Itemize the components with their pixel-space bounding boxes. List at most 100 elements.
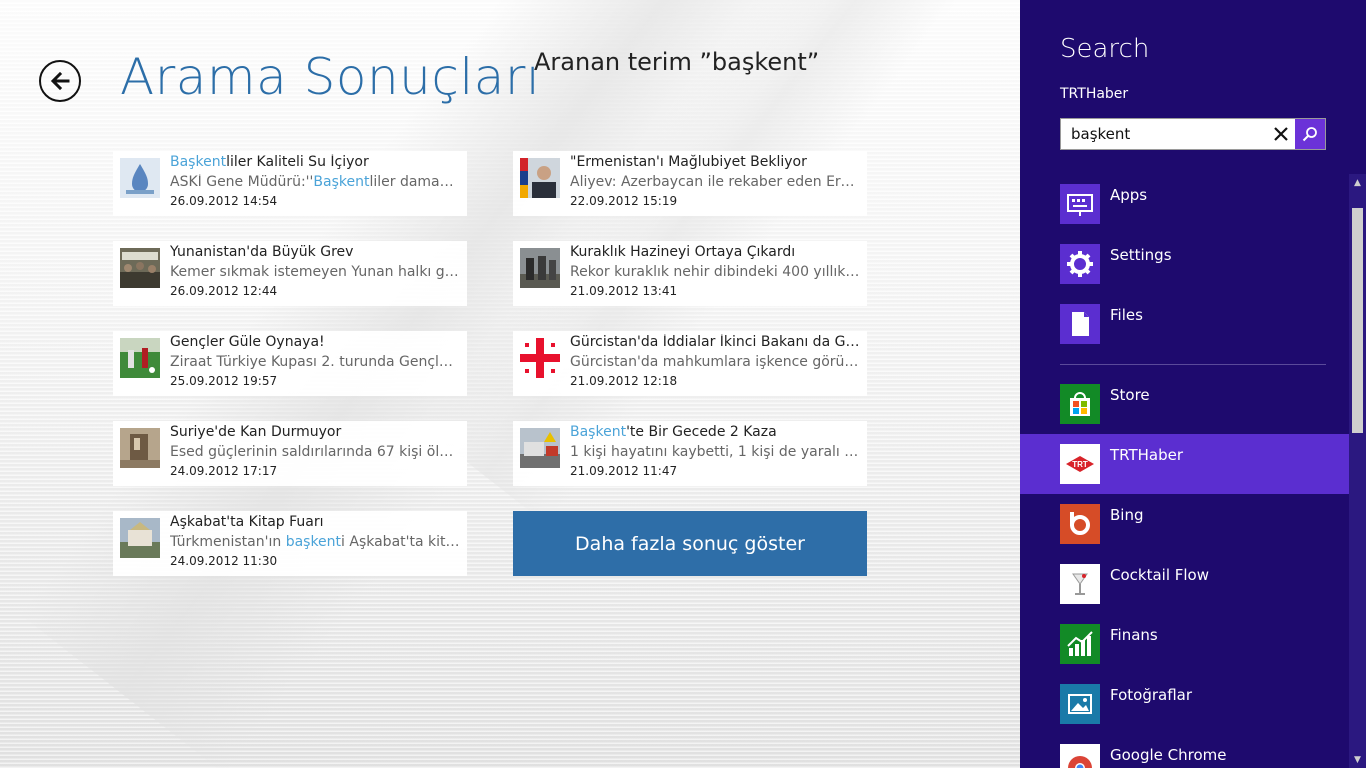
result-title: Yunanistan'da Büyük Grev bbox=[170, 244, 460, 260]
app-label: Cocktail Flow bbox=[1110, 566, 1210, 584]
result-date: 21.09.2012 13:41 bbox=[570, 284, 678, 298]
app-label: Google Chrome bbox=[1110, 746, 1227, 764]
search-result-card[interactable]: Kuraklık Hazineyi Ortaya Çıkardı Rekor ku… bbox=[513, 241, 867, 306]
result-snippet: Türkmenistan'ın başkenti Aşkabat'ta kita… bbox=[170, 534, 460, 550]
text-part: liler damacan... bbox=[369, 174, 460, 190]
close-icon bbox=[1274, 127, 1288, 141]
result-snippet: 1 kişi hayatını kaybetti, 1 kişi de yara… bbox=[570, 444, 860, 460]
text-part: Kemer sıkmak istemeyen Yunan halkı gene.… bbox=[170, 264, 460, 280]
text-part: 'te Bir Gecede 2 Kaza bbox=[626, 424, 777, 440]
result-title: Aşkabat'ta Kitap Fuarı bbox=[170, 514, 460, 530]
app-label: Settings bbox=[1110, 246, 1172, 264]
result-date: 24.09.2012 11:30 bbox=[170, 554, 278, 568]
search-term-label: Aranan terim ”başkent” bbox=[534, 48, 820, 76]
result-date: 26.09.2012 14:54 bbox=[170, 194, 278, 208]
result-snippet: Ziraat Türkiye Kupası 2. turunda Gençler… bbox=[170, 354, 460, 370]
result-title: Gençler Güle Oynaya! bbox=[170, 334, 460, 350]
result-snippet: Kemer sıkmak istemeyen Yunan halkı gene.… bbox=[170, 264, 460, 280]
result-date: 24.09.2012 17:17 bbox=[170, 464, 278, 478]
scroll-down-arrow[interactable]: ▼ bbox=[1349, 751, 1366, 768]
search-app-foto-raflar[interactable]: Fotoğraflar bbox=[1020, 674, 1350, 734]
text-part: Kuraklık Hazineyi Ortaya Çıkardı bbox=[570, 244, 796, 260]
bing-icon bbox=[1060, 504, 1100, 544]
result-snippet: ASKİ Gene Müdürü:''Başkentliler damacan.… bbox=[170, 174, 460, 190]
text-part: Yunanistan'da Büyük Grev bbox=[170, 244, 354, 260]
chrome-icon bbox=[1060, 744, 1100, 768]
text-part: i Aşkabat'ta kitap... bbox=[341, 534, 460, 550]
text-part: Suriye'de Kan Durmuyor bbox=[170, 424, 342, 440]
search-result-card[interactable]: Gürcistan'da İddialar İkinci Bakanı da G… bbox=[513, 331, 867, 396]
result-title: Kuraklık Hazineyi Ortaya Çıkardı bbox=[570, 244, 860, 260]
result-thumbnail bbox=[520, 428, 560, 468]
app-label: Bing bbox=[1110, 506, 1144, 524]
result-snippet: Aliyev: Azerbaycan ile rekaber eden Erme… bbox=[570, 174, 860, 190]
app-label: Finans bbox=[1110, 626, 1158, 644]
file-icon bbox=[1060, 304, 1100, 344]
search-app-files[interactable]: Files bbox=[1020, 294, 1350, 354]
app-label: Apps bbox=[1110, 186, 1148, 204]
search-submit-button[interactable] bbox=[1295, 119, 1325, 149]
scroll-up-arrow[interactable]: ▲ bbox=[1349, 174, 1366, 191]
highlighted-term: Başkent bbox=[570, 424, 627, 440]
search-result-card[interactable]: Aşkabat'ta Kitap Fuarı Türkmenistan'ın ba… bbox=[113, 511, 467, 576]
charm-scrollbar[interactable]: ▲ ▼ bbox=[1349, 174, 1366, 768]
app-label: TRTHaber bbox=[1110, 446, 1184, 464]
page-title: Arama Sonuçları bbox=[120, 48, 541, 106]
search-app-apps[interactable]: Apps bbox=[1020, 174, 1350, 234]
text-part: ASKİ Gene Müdürü:'' bbox=[170, 174, 314, 190]
result-title: Başkent'te Bir Gecede 2 Kaza bbox=[570, 424, 860, 440]
result-thumbnail bbox=[120, 338, 160, 378]
result-date: 21.09.2012 12:18 bbox=[570, 374, 678, 388]
text-part: Gürcistan'da mahkumlara işkence görüntül… bbox=[570, 354, 860, 370]
store-icon bbox=[1060, 384, 1100, 424]
text-part: Türkmenistan'ın bbox=[170, 534, 286, 550]
result-snippet: Esed güçlerinin saldırılarında 67 kişi ö… bbox=[170, 444, 460, 460]
search-result-card[interactable]: Yunanistan'da Büyük Grev Kemer sıkmak ist… bbox=[113, 241, 467, 306]
search-result-card[interactable]: Başkent'te Bir Gecede 2 Kaza 1 kişi hayat… bbox=[513, 421, 867, 486]
result-title: Başkentliler Kaliteli Su İçiyor bbox=[170, 154, 460, 170]
app-label: Files bbox=[1110, 306, 1143, 324]
text-part: liler Kaliteli Su İçiyor bbox=[226, 154, 369, 170]
result-snippet: Rekor kuraklık nehir dibindeki 400 yıllı… bbox=[570, 264, 860, 280]
text-part: Rekor kuraklık nehir dibindeki 400 yıllı… bbox=[570, 264, 860, 280]
app-label: Store bbox=[1110, 386, 1150, 404]
charm-title: Search bbox=[1060, 34, 1150, 64]
search-result-card[interactable]: Başkentliler Kaliteli Su İçiyor ASKİ Gene… bbox=[113, 151, 467, 216]
result-thumbnail bbox=[120, 428, 160, 468]
back-button[interactable] bbox=[39, 60, 81, 102]
search-app-trthaber[interactable]: TRT TRTHaber bbox=[1020, 434, 1350, 494]
search-result-card[interactable]: Suriye'de Kan Durmuyor Esed güçlerinin sa… bbox=[113, 421, 467, 486]
result-title: Gürcistan'da İddialar İkinci Bakanı da G… bbox=[570, 334, 860, 350]
search-result-card[interactable]: Gençler Güle Oynaya! Ziraat Türkiye Kupas… bbox=[113, 331, 467, 396]
search-app-bing[interactable]: Bing bbox=[1020, 494, 1350, 554]
search-app-finans[interactable]: Finans bbox=[1020, 614, 1350, 674]
text-part: Ziraat Türkiye Kupası 2. turunda Gençler… bbox=[170, 354, 460, 370]
result-thumbnail bbox=[520, 248, 560, 288]
search-app-settings[interactable]: Settings bbox=[1020, 234, 1350, 294]
search-icon bbox=[1302, 127, 1317, 142]
text-part: "Ermenistan'ı Mağlubiyet Bekliyor bbox=[570, 154, 807, 170]
result-thumbnail bbox=[120, 518, 160, 558]
svg-text:TRT: TRT bbox=[1072, 460, 1088, 469]
text-part: Aşkabat'ta Kitap Fuarı bbox=[170, 514, 324, 530]
charm-divider bbox=[1060, 364, 1326, 365]
scroll-thumb[interactable] bbox=[1352, 208, 1363, 433]
finance-icon bbox=[1060, 624, 1100, 664]
search-result-card[interactable]: "Ermenistan'ı Mağlubiyet Bekliyor Aliyev:… bbox=[513, 151, 867, 216]
text-part: Aliyev: Azerbaycan ile rekaber eden Erme… bbox=[570, 174, 860, 190]
search-app-cocktail-flow[interactable]: Cocktail Flow bbox=[1020, 554, 1350, 614]
gear-icon bbox=[1060, 244, 1100, 284]
trt-icon: TRT bbox=[1060, 444, 1100, 484]
result-thumbnail bbox=[120, 158, 160, 198]
highlighted-term: Başkent bbox=[170, 154, 227, 170]
result-date: 21.09.2012 11:47 bbox=[570, 464, 678, 478]
search-app-store[interactable]: Store bbox=[1020, 374, 1350, 434]
search-charm-pane: Search TRTHaber Apps Settings Files Store TR… bbox=[1020, 0, 1366, 768]
highlighted-term: başkent bbox=[285, 534, 342, 550]
search-input[interactable] bbox=[1061, 119, 1261, 149]
show-more-results-button[interactable]: Daha fazla sonuç göster bbox=[513, 511, 867, 576]
clear-search-button[interactable] bbox=[1267, 119, 1295, 149]
search-app-google-chrome[interactable]: Google Chrome bbox=[1020, 734, 1350, 768]
app-label: Fotoğraflar bbox=[1110, 686, 1193, 704]
photos-icon bbox=[1060, 684, 1100, 724]
